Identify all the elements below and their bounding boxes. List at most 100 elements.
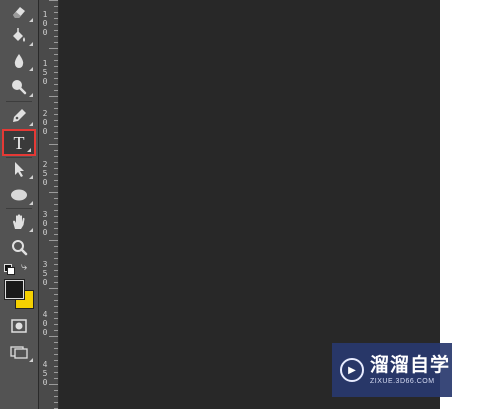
blur-tool[interactable] xyxy=(2,49,36,73)
ruler-tick xyxy=(54,120,58,121)
ruler-tick xyxy=(54,390,58,391)
ruler-tick xyxy=(54,204,58,205)
ruler-tick xyxy=(54,102,58,103)
eraser-tool[interactable] xyxy=(2,0,36,24)
quick-mask-icon xyxy=(11,319,27,333)
ruler-tick xyxy=(54,60,58,61)
path-selection-tool[interactable] xyxy=(2,157,36,181)
ruler-tick xyxy=(49,48,58,49)
ruler-tick xyxy=(49,144,58,145)
ruler-tick xyxy=(54,402,58,403)
ruler-tick xyxy=(54,42,58,43)
ruler-tick xyxy=(49,288,58,289)
ruler-label: 4 0 0 xyxy=(42,310,48,337)
quick-mask-button[interactable] xyxy=(2,314,36,338)
magnifier-icon xyxy=(12,240,28,256)
paint-bucket-tool[interactable] xyxy=(2,24,36,48)
ruler-tick xyxy=(54,222,58,223)
ruler-tick xyxy=(49,0,58,1)
ruler-label: 2 5 0 xyxy=(42,160,48,187)
ruler-tick xyxy=(54,294,58,295)
ruler-tick xyxy=(54,264,58,265)
ruler-tick xyxy=(49,384,58,385)
ruler-tick xyxy=(54,354,58,355)
watermark-badge: ▶ 溜溜自学 ZIXUE.3D66.COM xyxy=(332,343,452,397)
ruler-tick xyxy=(54,24,58,25)
dodge-tool[interactable] xyxy=(2,75,36,99)
ruler-tick xyxy=(54,258,58,259)
ruler-tick xyxy=(54,150,58,151)
zoom-tool[interactable] xyxy=(2,236,36,260)
ruler-tick xyxy=(54,66,58,67)
ruler-label: 1 5 0 xyxy=(42,59,48,86)
ruler-tick xyxy=(54,366,58,367)
screen-mode-icon xyxy=(10,346,28,359)
ruler-tick xyxy=(54,156,58,157)
ruler-label: 3 5 0 xyxy=(42,260,48,287)
paint-bucket-icon xyxy=(13,28,25,42)
ruler-tick xyxy=(54,276,58,277)
ruler-tick xyxy=(49,240,58,241)
ruler-tick xyxy=(54,180,58,181)
watermark-title: 溜溜自学 xyxy=(370,354,451,376)
ruler-tick xyxy=(54,306,58,307)
ruler-label: 1 0 0 xyxy=(42,10,48,37)
ruler-tick xyxy=(49,192,58,193)
ruler-tick xyxy=(54,132,58,133)
foreground-color-swatch[interactable] xyxy=(5,280,24,299)
play-logo-icon: ▶ xyxy=(340,358,364,382)
ruler-tick xyxy=(54,234,58,235)
ruler-tick xyxy=(54,312,58,313)
droplet-icon xyxy=(14,54,24,68)
ruler-tick xyxy=(54,210,58,211)
ruler-tick xyxy=(54,324,58,325)
ruler-tick xyxy=(54,348,58,349)
eraser-icon xyxy=(13,7,25,18)
ruler-tick xyxy=(54,162,58,163)
tools-panel: T ⤷ xyxy=(0,0,39,409)
hand-tool[interactable] xyxy=(2,210,36,234)
ruler-tick xyxy=(54,90,58,91)
ruler-tick xyxy=(54,216,58,217)
ruler-tick xyxy=(54,138,58,139)
ruler-tick xyxy=(49,336,58,337)
ruler-label: 2 0 0 xyxy=(42,109,48,136)
arrow-icon xyxy=(15,162,24,177)
ruler-tick xyxy=(54,72,58,73)
hand-icon xyxy=(13,214,25,229)
vertical-ruler: 1 0 0 1 5 0 2 0 0 2 5 0 3 0 0 3 5 0 4 0 … xyxy=(39,0,59,409)
ruler-tick xyxy=(54,174,58,175)
ruler-tick xyxy=(54,6,58,7)
pen-tool[interactable] xyxy=(2,104,36,128)
default-colors-icon[interactable] xyxy=(4,264,15,275)
ruler-tick xyxy=(54,30,58,31)
ruler-tick xyxy=(54,378,58,379)
watermark-subtitle: ZIXUE.3D66.COM xyxy=(370,377,435,385)
ruler-tick xyxy=(54,108,58,109)
ruler-label: 3 0 0 xyxy=(42,210,48,237)
ellipse-tool[interactable] xyxy=(2,183,36,207)
ruler-tick xyxy=(54,78,58,79)
ruler-tick xyxy=(54,246,58,247)
ruler-tick xyxy=(54,300,58,301)
ruler-tick xyxy=(54,396,58,397)
ruler-tick xyxy=(54,318,58,319)
ruler-tick xyxy=(49,96,58,97)
ruler-tick xyxy=(54,228,58,229)
ruler-label: 4 5 0 xyxy=(42,360,48,387)
ruler-tick xyxy=(54,168,58,169)
ruler-tick xyxy=(54,282,58,283)
swap-colors-icon[interactable]: ⤷ xyxy=(21,262,27,273)
ruler-tick xyxy=(54,36,58,37)
ruler-tick xyxy=(54,372,58,373)
type-tool[interactable]: T xyxy=(2,129,36,156)
ruler-tick xyxy=(54,126,58,127)
ruler-tick xyxy=(54,330,58,331)
dodge-icon xyxy=(12,80,27,95)
ellipse-icon xyxy=(11,189,27,201)
ruler-tick xyxy=(54,114,58,115)
ruler-tick xyxy=(54,186,58,187)
type-icon: T xyxy=(13,132,25,153)
screen-mode-button[interactable] xyxy=(2,340,36,364)
ruler-tick xyxy=(54,198,58,199)
